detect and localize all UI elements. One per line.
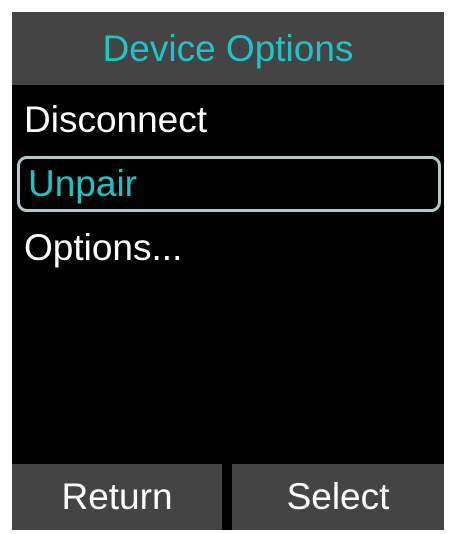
page-title: Device Options <box>102 28 354 69</box>
options-menu: Disconnect Unpair Options... <box>12 92 444 284</box>
menu-item-label: Unpair <box>28 163 137 204</box>
menu-item-unpair[interactable]: Unpair <box>17 156 441 212</box>
menu-item-label: Options... <box>24 227 183 268</box>
softkey-bar: Return Select <box>12 464 444 530</box>
title-bar: Device Options <box>12 12 444 85</box>
device-screen: Device Options Disconnect Unpair Options… <box>12 12 444 530</box>
select-softkey[interactable]: Select <box>232 464 444 530</box>
menu-item-label: Disconnect <box>24 99 208 140</box>
menu-item-disconnect[interactable]: Disconnect <box>12 92 444 148</box>
return-softkey[interactable]: Return <box>12 464 222 530</box>
menu-item-options[interactable]: Options... <box>12 220 444 276</box>
